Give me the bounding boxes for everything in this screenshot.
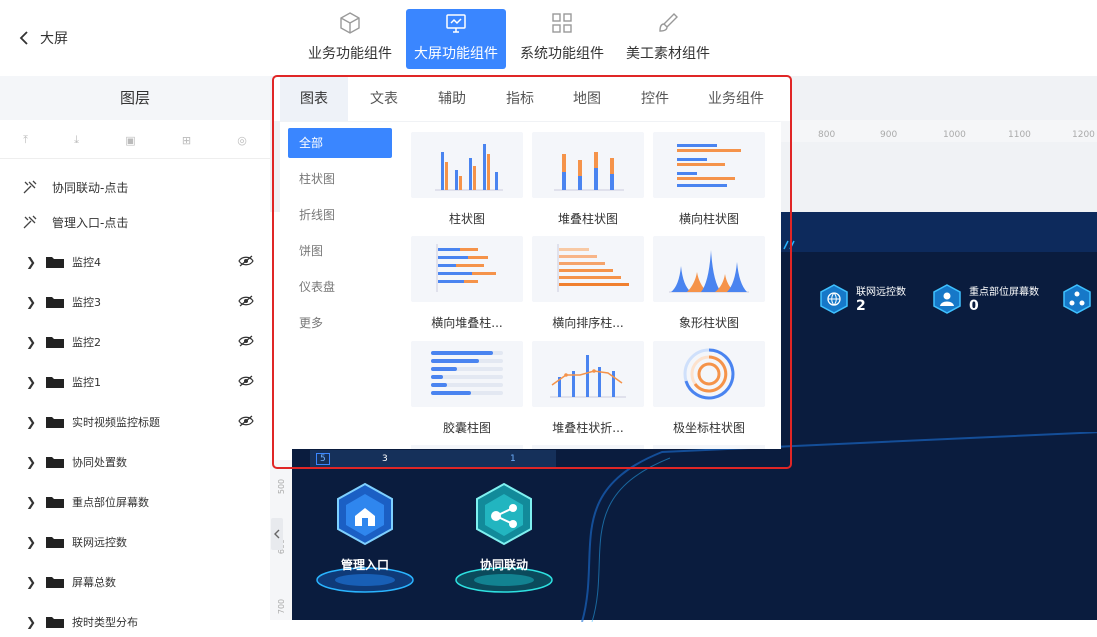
layer-item[interactable]: ❯ 监控2 [0,327,270,357]
collapse-panel-button[interactable] [271,518,283,550]
folder-icon [46,457,64,468]
chevron-right-icon[interactable]: ❯ [26,575,40,589]
layer-item[interactable]: ❯ 重点部位屏幕数 [0,487,270,517]
layer-item[interactable]: ❯ 联网远控数 [0,527,270,557]
folder-icon [46,617,64,628]
eye-hidden-icon[interactable] [238,295,254,307]
tab-label: 大屏功能组件 [414,46,498,62]
ungroup-icon[interactable]: ⊞ [182,134,191,147]
node-label: 管理入口 [340,558,389,572]
layer-label: 屏幕总数 [72,576,116,589]
stat-label: 联网远控数 [856,287,906,298]
tab-system-components[interactable]: 系统功能组件 [518,9,606,69]
home-hex-icon [316,482,414,593]
layer-label: 监控2 [72,336,101,349]
layer-label: 监控1 [72,376,101,389]
grid-icon [552,13,572,33]
node-label: 协同联动 [479,558,528,572]
chevron-left-icon [19,31,28,45]
group-icon[interactable]: ▣ [125,134,135,147]
tab-business-components[interactable]: 业务功能组件 [306,9,394,69]
layer-label: 按时类型分布 [72,616,138,629]
eye-hidden-icon[interactable] [238,415,254,427]
folder-icon [46,337,64,348]
stat-label: 重点部位屏幕数 [969,287,1039,298]
move-bottom-icon[interactable]: ⤓ [74,133,79,147]
node-management-entry[interactable]: 管理入口 [310,480,420,600]
lock-icon[interactable]: ◎ [237,134,247,147]
link-item-manage[interactable]: 管理入口-点击 [22,210,128,234]
ruler-mark: 500 [277,478,287,495]
chevron-right-icon[interactable]: ❯ [26,415,40,429]
cube-icon [340,12,360,34]
network-hex-icon [455,482,553,593]
layer-label: 监控3 [72,296,101,309]
chevron-right-icon[interactable]: ❯ [26,615,40,629]
layer-item[interactable]: ❯ 监控4 [0,247,270,277]
tab-art-components[interactable]: 美工素材组件 [624,9,712,69]
highlight-frame [272,75,792,469]
eye-hidden-icon[interactable] [238,335,254,347]
ruler-mark: 900 [880,130,898,140]
layer-label: 监控4 [72,256,101,269]
layer-label: 实时视频监控标题 [72,416,160,429]
ruler-mark: 1100 [1008,130,1031,140]
tab-label: 美工素材组件 [626,46,710,62]
link-item-collab[interactable]: 协同联动-点击 [22,175,128,199]
move-top-icon[interactable]: ⤒ [23,133,28,147]
horizontal-ruler: 800 900 1000 1100 1200 [780,120,1097,142]
stat-value: 2 [856,298,866,314]
layer-panel-title: 图层 [0,76,270,120]
tools-icon [23,215,37,229]
ruler-mark: 1200 [1072,130,1095,140]
tab-bigscreen-components[interactable]: 大屏功能组件 [406,9,506,69]
chevron-right-icon[interactable]: ❯ [26,375,40,389]
share-hex-icon [1063,284,1091,314]
chevron-right-icon[interactable]: ❯ [26,255,40,269]
ruler-mark: 800 [818,130,836,140]
layer-item[interactable]: ❯ 协同处置数 [0,447,270,477]
folder-icon [46,577,64,588]
folder-icon [46,377,64,388]
folder-icon [46,297,64,308]
link-label: 协同联动-点击 [52,180,129,195]
chevron-left-icon [274,529,280,539]
tab-label: 系统功能组件 [520,46,604,62]
layer-item[interactable]: ❯ 实时视频监控标题 [0,407,270,437]
folder-icon [46,537,64,548]
chevron-right-icon[interactable]: ❯ [26,455,40,469]
stat-remote-control: 联网远控数 2 [820,283,906,314]
layer-label: 协同处置数 [72,456,127,469]
folder-icon [46,497,64,508]
ruler-mark: 700 [277,598,287,615]
chevron-right-icon[interactable]: ❯ [26,335,40,349]
eye-hidden-icon[interactable] [238,255,254,267]
folder-icon [46,257,64,268]
stat-key-screens: 重点部位屏幕数 0 [933,283,1039,314]
layer-item[interactable]: ❯ 监控1 [0,367,270,397]
layer-item[interactable]: ❯ 按时类型分布 [0,607,270,637]
back-label: 大屏 [40,31,68,47]
layer-item[interactable]: ❯ 屏幕总数 [0,567,270,597]
chevron-right-icon[interactable]: ❯ [26,295,40,309]
chevron-right-icon[interactable]: ❯ [26,495,40,509]
globe-hex-icon [820,283,848,314]
stat-value: 0 [969,298,979,314]
layer-toolbar: ⤒ ⤓ ▣ ⊞ ◎ [0,122,270,159]
ruler-mark: 1000 [943,130,966,140]
brush-icon [659,13,678,32]
layer-item[interactable]: ❯ 监控3 [0,287,270,317]
chevron-right-icon[interactable]: ❯ [26,535,40,549]
tab-label: 业务功能组件 [308,46,392,62]
node-collaboration[interactable]: 协同联动 [449,480,559,600]
layer-label: 联网远控数 [72,536,127,549]
user-hex-icon [933,283,961,314]
back-button[interactable]: 大屏 [18,28,68,48]
eye-hidden-icon[interactable] [238,375,254,387]
link-label: 管理入口-点击 [52,215,129,230]
tools-icon [23,180,37,194]
layer-label: 重点部位屏幕数 [72,496,149,509]
folder-icon [46,417,64,428]
monitor-icon [446,14,466,33]
